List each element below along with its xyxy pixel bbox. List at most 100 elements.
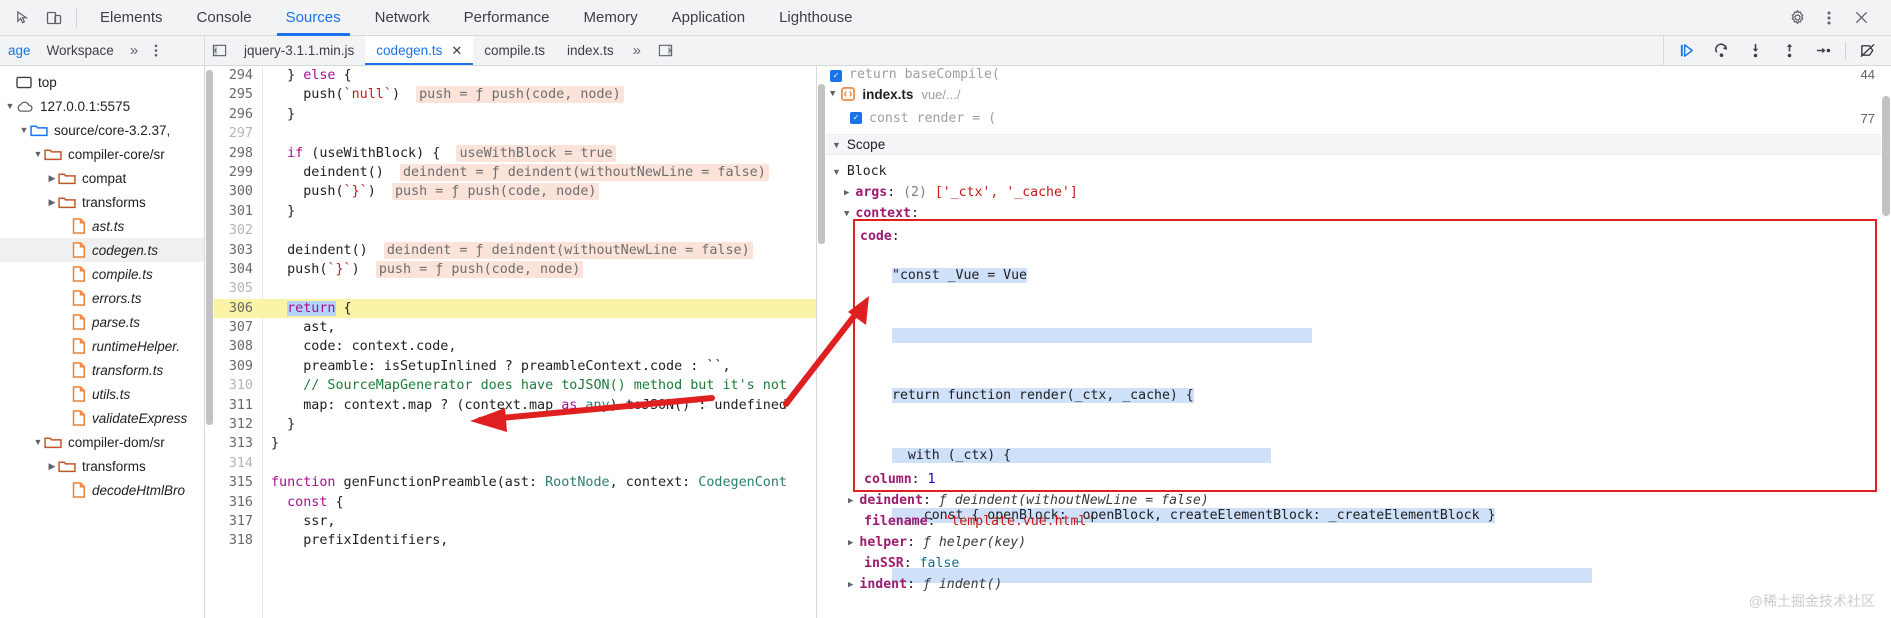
line-number[interactable]: 295 bbox=[214, 85, 262, 104]
code-line[interactable]: 297 bbox=[214, 124, 816, 143]
editor-scrollbar[interactable] bbox=[205, 66, 214, 618]
scope-prop-args[interactable]: ▶ args: (2) ['_ctx', '_cache'] bbox=[826, 182, 1881, 203]
scope-prop-indent[interactable]: ▶ indent: ƒ indent() bbox=[844, 574, 1002, 595]
code-line[interactable]: 298 if (useWithBlock) { useWithBlock = t… bbox=[214, 144, 816, 163]
code-line[interactable]: 317 ssr, bbox=[214, 512, 816, 531]
tree-item-parse-ts[interactable]: parse.ts bbox=[0, 310, 204, 334]
checkbox-checked-icon[interactable]: ✓ bbox=[830, 70, 842, 82]
editor-tab-codegen[interactable]: codegen.ts ✕ bbox=[365, 36, 474, 65]
tab-lighthouse[interactable]: Lighthouse bbox=[762, 0, 869, 36]
code-line[interactable]: 303 deindent() deindent = ƒ deindent(wit… bbox=[214, 241, 816, 260]
tree-item-codegen-ts[interactable]: codegen.ts bbox=[0, 238, 204, 262]
section-header-scope[interactable]: ▼ Scope bbox=[826, 134, 1881, 155]
line-number[interactable]: 314 bbox=[214, 454, 262, 473]
tab-network[interactable]: Network bbox=[358, 0, 447, 36]
chevron-right-icon[interactable]: ▶ bbox=[844, 188, 849, 198]
chevron-right-icon[interactable]: ▶ bbox=[848, 538, 853, 548]
breakpoint-file-group-index[interactable]: ▼ index.ts vue/.../ bbox=[826, 82, 1881, 106]
editor-tab-compile[interactable]: compile.ts bbox=[473, 36, 556, 65]
file-navigator-tree[interactable]: top ▼ 127.0.0.1:5575 ▼ source/core-3.2.3… bbox=[0, 66, 205, 618]
line-number[interactable]: 301 bbox=[214, 202, 262, 221]
debugger-left-scrollbar-thumb[interactable] bbox=[818, 84, 825, 244]
line-number[interactable]: 307 bbox=[214, 318, 262, 337]
tab-application[interactable]: Application bbox=[655, 0, 762, 36]
line-number[interactable]: 310 bbox=[214, 376, 262, 395]
code-lines[interactable]: 294 } else {295 push(`null`) push = ƒ pu… bbox=[214, 66, 816, 618]
navigator-more-options-icon[interactable] bbox=[146, 36, 166, 65]
line-number[interactable]: 299 bbox=[214, 163, 262, 182]
section-header-block[interactable]: ▼ Block bbox=[826, 161, 1881, 182]
tree-item-dom-transforms[interactable]: ▶ transforms bbox=[0, 454, 204, 478]
code-line[interactable]: 301 } bbox=[214, 202, 816, 221]
code-line[interactable]: 315 function genFunctionPreamble(ast: Roo… bbox=[214, 473, 816, 492]
tree-item-validateexpression-ts[interactable]: validateExpress bbox=[0, 406, 204, 430]
more-options-icon[interactable] bbox=[1813, 3, 1845, 33]
deactivate-breakpoints-icon[interactable] bbox=[1851, 36, 1885, 66]
line-number[interactable]: 302 bbox=[214, 221, 262, 240]
code-line[interactable]: 310 // SourceMapGenerator does have toJS… bbox=[214, 376, 816, 395]
code-line[interactable]: 311 map: context.map ? (context.map as a… bbox=[214, 396, 816, 415]
line-number[interactable]: 305 bbox=[214, 279, 262, 298]
tree-twisty-down[interactable]: ▼ bbox=[4, 94, 16, 118]
scope-prop-deindent[interactable]: ▶ deindent: ƒ deindent(withoutNewLine = … bbox=[844, 490, 1209, 511]
code-line[interactable]: 314 bbox=[214, 454, 816, 473]
debugger-left-scrollbar[interactable] bbox=[817, 66, 826, 618]
show-navigator-icon[interactable] bbox=[205, 36, 233, 65]
debugger-sidebar[interactable]: ✓ return baseCompile( 44 ▼ index.ts vue/… bbox=[817, 66, 1891, 618]
line-number[interactable]: 298 bbox=[214, 144, 262, 163]
tree-item-errors-ts[interactable]: errors.ts bbox=[0, 286, 204, 310]
show-debugger-sidebar-icon[interactable] bbox=[649, 43, 683, 58]
code-line[interactable]: 312 } bbox=[214, 415, 816, 434]
breakpoint-row-const-render[interactable]: ✓ const render = ( 77 bbox=[826, 106, 1881, 130]
resume-script-execution-icon[interactable] bbox=[1670, 36, 1704, 66]
code-line[interactable]: 302 bbox=[214, 221, 816, 240]
tree-twisty-right[interactable]: ▶ bbox=[46, 190, 58, 214]
tree-item-compile-ts[interactable]: compile.ts bbox=[0, 262, 204, 286]
tree-twisty-down[interactable]: ▼ bbox=[18, 118, 30, 142]
tree-item-runtimehelper-ts[interactable]: runtimeHelper. bbox=[0, 334, 204, 358]
line-number[interactable]: 303 bbox=[214, 241, 262, 260]
line-number[interactable]: 318 bbox=[214, 531, 262, 550]
line-number[interactable]: 308 bbox=[214, 337, 262, 356]
tab-memory[interactable]: Memory bbox=[567, 0, 655, 36]
code-line[interactable]: 304 push(`}`) push = ƒ push(code, node) bbox=[214, 260, 816, 279]
close-icon[interactable] bbox=[1845, 3, 1877, 33]
close-tab-icon[interactable]: ✕ bbox=[451, 36, 462, 65]
tree-item-top[interactable]: top bbox=[0, 70, 204, 94]
debugger-right-scrollbar-thumb[interactable] bbox=[1882, 96, 1890, 216]
scope-prop-context[interactable]: ▼ context: bbox=[826, 203, 1881, 224]
code-line[interactable]: 309 preamble: isSetupInlined ? preambleC… bbox=[214, 357, 816, 376]
tree-item-compat[interactable]: ▶ compat bbox=[0, 166, 204, 190]
breakpoint-row-basecompile[interactable]: ✓ return baseCompile( 44 bbox=[826, 66, 1881, 82]
code-line[interactable]: 318 prefixIdentifiers, bbox=[214, 531, 816, 550]
code-line[interactable]: 305 bbox=[214, 279, 816, 298]
line-number[interactable]: 296 bbox=[214, 105, 262, 124]
line-number[interactable]: 306 bbox=[214, 299, 262, 318]
line-number[interactable]: 311 bbox=[214, 396, 262, 415]
line-number[interactable]: 313 bbox=[214, 434, 262, 453]
tree-item-ast-ts[interactable]: ast.ts bbox=[0, 214, 204, 238]
tree-twisty-right[interactable]: ▶ bbox=[46, 166, 58, 190]
code-line[interactable]: 308 code: context.code, bbox=[214, 337, 816, 356]
line-number[interactable]: 315 bbox=[214, 473, 262, 492]
gear-icon[interactable] bbox=[1781, 3, 1813, 33]
line-number[interactable]: 294 bbox=[214, 66, 262, 85]
chevron-down-icon[interactable]: ▼ bbox=[832, 167, 841, 177]
line-number[interactable]: 316 bbox=[214, 493, 262, 512]
tab-elements[interactable]: Elements bbox=[83, 0, 180, 36]
chevron-down-icon[interactable]: ▼ bbox=[832, 140, 841, 150]
step-over-next-function-call-icon[interactable] bbox=[1704, 36, 1738, 66]
inspect-element-icon[interactable] bbox=[6, 3, 38, 33]
code-line[interactable]: 307 ast, bbox=[214, 318, 816, 337]
tree-item-compiler-core[interactable]: ▼ compiler-core/sr bbox=[0, 142, 204, 166]
chevron-down-icon[interactable]: ▼ bbox=[844, 209, 849, 219]
line-number[interactable]: 309 bbox=[214, 357, 262, 376]
editor-scrollbar-thumb[interactable] bbox=[206, 70, 213, 425]
tab-performance[interactable]: Performance bbox=[447, 0, 567, 36]
tree-item-origin[interactable]: ▼ 127.0.0.1:5575 bbox=[0, 94, 204, 118]
checkbox-checked-icon[interactable]: ✓ bbox=[850, 112, 862, 124]
line-number[interactable]: 317 bbox=[214, 512, 262, 531]
scope-prop-filename[interactable]: filename: "template.vue.html" bbox=[860, 511, 1094, 532]
code-line[interactable]: 295 push(`null`) push = ƒ push(code, nod… bbox=[214, 85, 816, 104]
editor-tab-index[interactable]: index.ts bbox=[556, 36, 625, 65]
